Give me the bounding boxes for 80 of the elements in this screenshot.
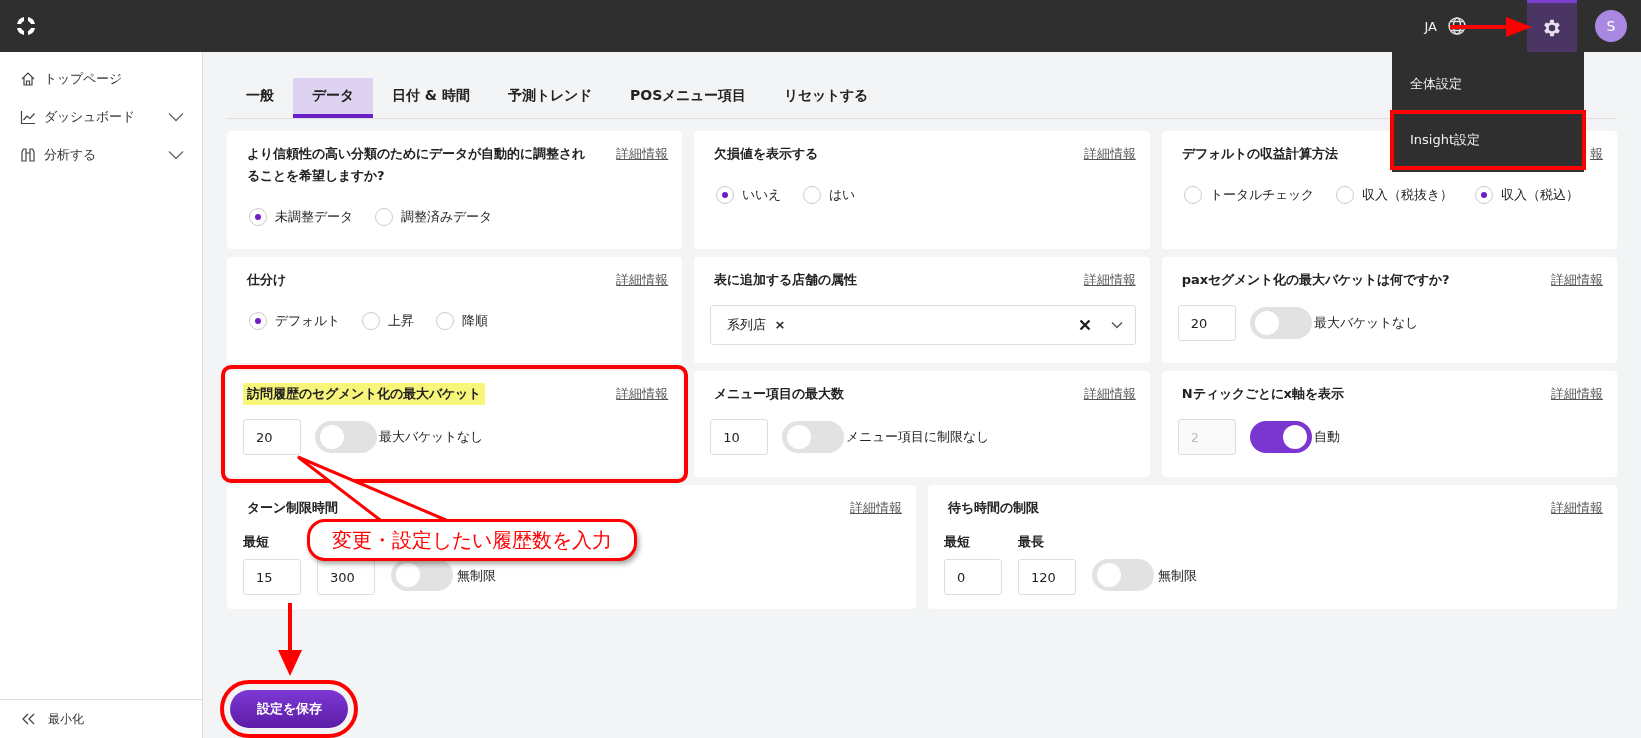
details-link[interactable]: 詳細情報 [616, 269, 669, 291]
radio-label: はい [829, 186, 856, 204]
tab[interactable]: 一般 [227, 78, 293, 118]
globe-icon[interactable] [1447, 16, 1467, 36]
tab[interactable]: POSメニュー項目 [610, 78, 766, 118]
toggle-switch[interactable] [1249, 307, 1312, 339]
radio-label: デフォルト [275, 312, 340, 330]
tab[interactable]: リセットする [765, 78, 888, 118]
number-input[interactable]: 120 [1018, 559, 1076, 595]
sidebar-item[interactable]: 分析する [44, 146, 96, 164]
details-link[interactable]: 詳細情報 [850, 497, 902, 519]
toggle-label: メニュー項目に制限なし [846, 428, 990, 446]
radio-label: 上昇 [388, 312, 414, 330]
details-link[interactable]: 詳細情報 [1551, 269, 1603, 291]
radio-label: トータルチェック [1209, 186, 1314, 204]
details-link[interactable]: 詳細情報 [1551, 497, 1603, 519]
tab[interactable]: 予測トレンド [488, 78, 611, 118]
toggle-switch[interactable] [391, 559, 453, 591]
selected-tag: 系列店 × [727, 316, 786, 334]
card-title: paxセグメント化の最大バケットは何ですか? [1180, 271, 1451, 289]
chevron-down-icon[interactable] [168, 150, 184, 160]
details-link[interactable]: 詳細情報 [1083, 269, 1136, 291]
toggle-switch[interactable] [1249, 421, 1312, 453]
toggle-label: 無制限 [1158, 567, 1197, 585]
details-link[interactable]: 詳細情報 [1551, 383, 1603, 405]
radio-label: 収入（税込） [1500, 186, 1579, 204]
double-chevron-left-icon[interactable] [22, 713, 36, 725]
tab[interactable]: 日付 & 時間 [373, 78, 489, 118]
settings-button[interactable] [1527, 0, 1577, 52]
details-link[interactable]: 詳細情報 [616, 143, 669, 165]
logo-icon [14, 14, 38, 38]
details-link[interactable]: 詳細情報 [616, 383, 669, 405]
card-title: デフォルトの収益計算方法 [1180, 145, 1339, 163]
details-link[interactable]: 詳細情報 [1083, 143, 1136, 165]
toggle-label: 無制限 [457, 567, 496, 585]
chevron-down-icon[interactable] [1110, 321, 1123, 329]
details-link[interactable]: 詳細情報 [1083, 383, 1136, 405]
field-label: 最長 [1018, 533, 1045, 551]
radio-label: いいえ [742, 186, 782, 204]
card-title: ターン制限時間 [246, 499, 339, 517]
toggle-switch[interactable] [315, 421, 377, 453]
toggle-label: 最大バケットなし [379, 428, 483, 446]
home-icon [20, 71, 36, 87]
radio-label: 未調整データ [275, 208, 353, 226]
number-input[interactable]: 20 [243, 419, 301, 455]
card-title: 表に追加する店舗の属性 [713, 271, 859, 289]
language-label[interactable]: JA [1424, 18, 1437, 34]
number-input[interactable]: 0 [944, 559, 1002, 595]
number-input[interactable]: 10 [710, 419, 769, 455]
clear-icon[interactable] [1078, 319, 1091, 331]
card-title: メニュー項目の最大数 [713, 385, 846, 403]
number-input[interactable]: 15 [243, 559, 301, 595]
radio-label: 降順 [462, 312, 488, 330]
toggle-label: 自動 [1313, 428, 1340, 446]
field-label: 最短 [944, 533, 971, 551]
collapse-label[interactable]: 最小化 [48, 710, 84, 728]
sidebar-item[interactable]: ダッシュボード [44, 108, 135, 126]
callout: 変更・設定したい履歴数を入力 [307, 519, 637, 561]
sidebar-item[interactable]: トップページ [44, 70, 122, 88]
card-title: Nティックごとにx軸を表示 [1180, 385, 1345, 403]
card-title: 訪問履歴のセグメント化の最大バケット [243, 383, 485, 405]
card-title: 仕分け [245, 271, 287, 289]
card-title: 欠損値を表示する [713, 145, 820, 163]
menu-item[interactable]: 全体設定 [1392, 56, 1584, 112]
tab[interactable]: データ [293, 78, 373, 118]
card-title: より信頼性の高い分類のためにデータが自動的に調整されることを希望しますか? [246, 145, 586, 185]
multi-select-field[interactable]: 系列店 × [710, 305, 1136, 345]
number-input[interactable]: 20 [1177, 305, 1236, 341]
menu-item[interactable]: Insight設定 [1392, 112, 1584, 168]
card-title: 待ち時間の制限 [947, 499, 1040, 517]
chevron-down-icon[interactable] [168, 112, 184, 122]
field-label: 最短 [243, 533, 270, 551]
binoculars-icon [20, 147, 36, 163]
details-link[interactable]: 報 [1590, 143, 1603, 165]
radio-label: 調整済みデータ [401, 208, 492, 226]
toggle-label: 最大バケットなし [1313, 314, 1418, 332]
chart-icon [20, 109, 36, 125]
radio-label: 収入（税抜き） [1361, 186, 1453, 204]
toggle-switch[interactable] [782, 421, 845, 453]
toggle-switch[interactable] [1092, 559, 1154, 591]
